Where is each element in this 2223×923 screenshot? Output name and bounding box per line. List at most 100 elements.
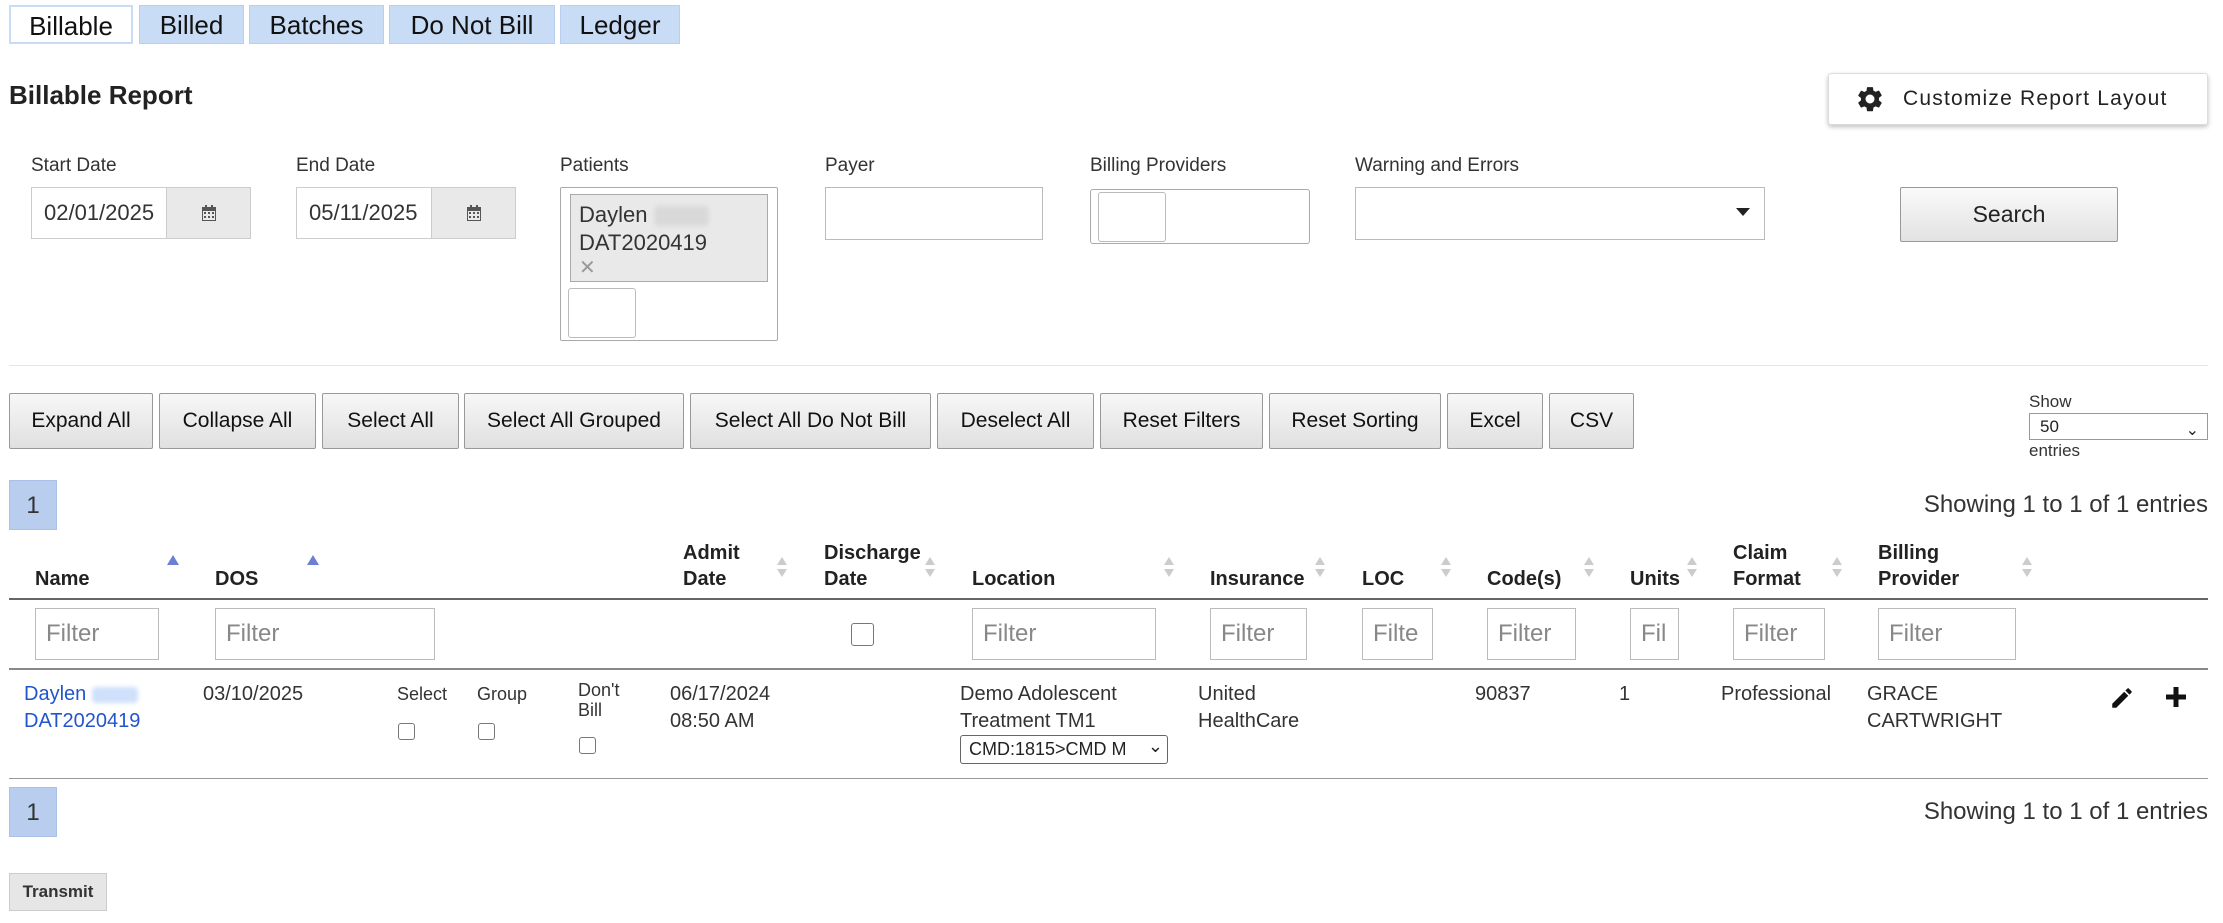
location-line2: Treatment TM1 xyxy=(960,710,1096,732)
expand-all-button[interactable]: Expand All xyxy=(9,393,153,449)
provider-line1: GRACE xyxy=(1867,683,1939,705)
sort-icon[interactable] xyxy=(1685,556,1699,578)
sort-icon[interactable] xyxy=(1439,556,1453,578)
gear-icon xyxy=(1855,84,1885,114)
dont-bill-checkbox[interactable] xyxy=(579,737,596,754)
csv-button[interactable]: CSV xyxy=(1549,393,1634,449)
loc-filter[interactable]: Filte xyxy=(1362,608,1433,660)
sort-icon[interactable] xyxy=(1313,556,1327,578)
sort-icon[interactable] xyxy=(1830,556,1844,578)
payer-input[interactable] xyxy=(825,187,1043,240)
customize-report-layout-button[interactable]: Customize Report Layout xyxy=(1828,73,2208,125)
codes-value: 90837 xyxy=(1475,683,1531,705)
page-length-value: 50 xyxy=(2040,417,2059,436)
start-date-field[interactable]: 02/01/2025 xyxy=(31,187,251,239)
claim-format-filter[interactable]: Filter xyxy=(1733,608,1825,660)
end-date-calendar-button[interactable] xyxy=(431,188,515,238)
patients-search-input[interactable] xyxy=(568,288,636,338)
sort-icon[interactable] xyxy=(923,556,937,578)
col-location[interactable]: Location xyxy=(972,566,1055,592)
warnings-select[interactable] xyxy=(1355,187,1765,240)
select-checkbox[interactable] xyxy=(398,723,415,740)
billing-providers-input[interactable] xyxy=(1098,192,1166,242)
location-line1: Demo Adolescent xyxy=(960,683,1117,705)
name-filter[interactable]: Filter xyxy=(35,608,159,660)
billing-provider-filter[interactable]: Filter xyxy=(1878,608,2016,660)
tab-billed[interactable]: Billed xyxy=(139,5,244,44)
billing-provider-value: GRACE CARTWRIGHT xyxy=(1867,681,2002,735)
select-label: Select xyxy=(397,684,448,704)
select-all-grouped-button[interactable]: Select All Grouped xyxy=(464,393,684,449)
plus-icon[interactable] xyxy=(2164,685,2188,709)
end-date-field[interactable]: 05/11/2025 xyxy=(296,187,516,239)
tab-do-not-bill[interactable]: Do Not Bill xyxy=(389,5,555,44)
sort-icon[interactable] xyxy=(2020,556,2034,578)
location-select[interactable]: CMD:1815>CMD M ⌄ xyxy=(960,735,1168,764)
col-dos[interactable]: DOS xyxy=(215,566,258,592)
warnings-label: Warning and Errors xyxy=(1355,155,1520,176)
transmit-button[interactable]: Transmit xyxy=(9,873,107,911)
header-divider xyxy=(9,598,2208,600)
col-claim-format[interactable]: Claim Format xyxy=(1733,540,1801,592)
dont-bill-line2: Bill xyxy=(578,700,603,720)
tab-ledger[interactable]: Ledger xyxy=(560,5,680,44)
patient-id: DAT2020419 xyxy=(24,710,141,732)
entries-info-bottom: Showing 1 to 1 of 1 entries xyxy=(1923,798,2208,825)
chevron-down-icon: ⌄ xyxy=(1145,736,1163,760)
tab-batches[interactable]: Batches xyxy=(249,5,384,44)
reset-sorting-button[interactable]: Reset Sorting xyxy=(1269,393,1441,449)
codes-filter[interactable]: Filter xyxy=(1487,608,1576,660)
search-button[interactable]: Search xyxy=(1900,187,2118,242)
page-1-button[interactable]: 1 xyxy=(9,480,57,530)
insurance-filter[interactable]: Filter xyxy=(1210,608,1307,660)
claim-header-line2: Format xyxy=(1733,568,1801,590)
admit-date: 06/17/2024 xyxy=(670,683,771,705)
collapse-all-button[interactable]: Collapse All xyxy=(159,393,316,449)
admit-header-line2: Date xyxy=(683,568,727,590)
sort-icon[interactable] xyxy=(1582,556,1596,578)
pencil-icon[interactable] xyxy=(2109,685,2135,711)
divider xyxy=(9,365,2208,366)
patient-chip-id: DAT2020419 xyxy=(579,230,708,255)
select-all-button[interactable]: Select All xyxy=(322,393,459,449)
col-codes[interactable]: Code(s) xyxy=(1487,566,1561,592)
page-1-button-bottom[interactable]: 1 xyxy=(9,787,57,837)
claim-format-value: Professional xyxy=(1721,683,1832,705)
calendar-icon xyxy=(201,205,216,221)
insurance-line1: United xyxy=(1198,683,1256,705)
excel-button[interactable]: Excel xyxy=(1447,393,1543,449)
units-filter[interactable]: Fil xyxy=(1630,608,1679,660)
group-label: Group xyxy=(477,684,528,704)
col-loc[interactable]: LOC xyxy=(1362,566,1404,592)
col-discharge-date[interactable]: Discharge Date xyxy=(824,540,921,592)
insurance-value: United HealthCare xyxy=(1198,681,1299,735)
page-title: Billable Report xyxy=(9,80,193,110)
admit-date-value: 06/17/2024 08:50 AM xyxy=(670,681,770,735)
select-all-do-not-bill-button[interactable]: Select All Do Not Bill xyxy=(690,393,931,449)
col-name[interactable]: Name xyxy=(35,566,89,592)
col-units[interactable]: Units xyxy=(1630,566,1680,592)
sort-asc-icon[interactable] xyxy=(166,554,180,566)
billing-providers-label: Billing Providers xyxy=(1090,155,1227,176)
patient-name-link[interactable]: Daylen DAT2020419 xyxy=(24,681,140,735)
discharge-filter-checkbox[interactable] xyxy=(851,623,874,646)
start-date-calendar-button[interactable] xyxy=(166,188,250,238)
customize-label: Customize Report Layout xyxy=(1903,87,2168,110)
col-billing-provider[interactable]: Billing Provider xyxy=(1878,540,1959,592)
discharge-header-line1: Discharge xyxy=(824,542,921,564)
location-filter[interactable]: Filter xyxy=(972,608,1156,660)
dos-filter[interactable]: Filter xyxy=(215,608,435,660)
sort-icon[interactable] xyxy=(1162,556,1176,578)
deselect-all-button[interactable]: Deselect All xyxy=(937,393,1094,449)
tab-billable[interactable]: Billable xyxy=(9,5,133,44)
col-insurance[interactable]: Insurance xyxy=(1210,566,1304,592)
sort-icon[interactable] xyxy=(775,556,789,578)
page-length-select[interactable]: 50 ⌄ xyxy=(2029,413,2208,440)
col-admit-date[interactable]: Admit Date xyxy=(683,540,740,592)
entries-info-top: Showing 1 to 1 of 1 entries xyxy=(1923,491,2208,518)
end-date-label: End Date xyxy=(296,155,376,176)
remove-chip-icon[interactable]: ✕ xyxy=(579,257,759,279)
sort-asc-icon[interactable] xyxy=(306,554,320,566)
group-checkbox[interactable] xyxy=(478,723,495,740)
reset-filters-button[interactable]: Reset Filters xyxy=(1100,393,1263,449)
